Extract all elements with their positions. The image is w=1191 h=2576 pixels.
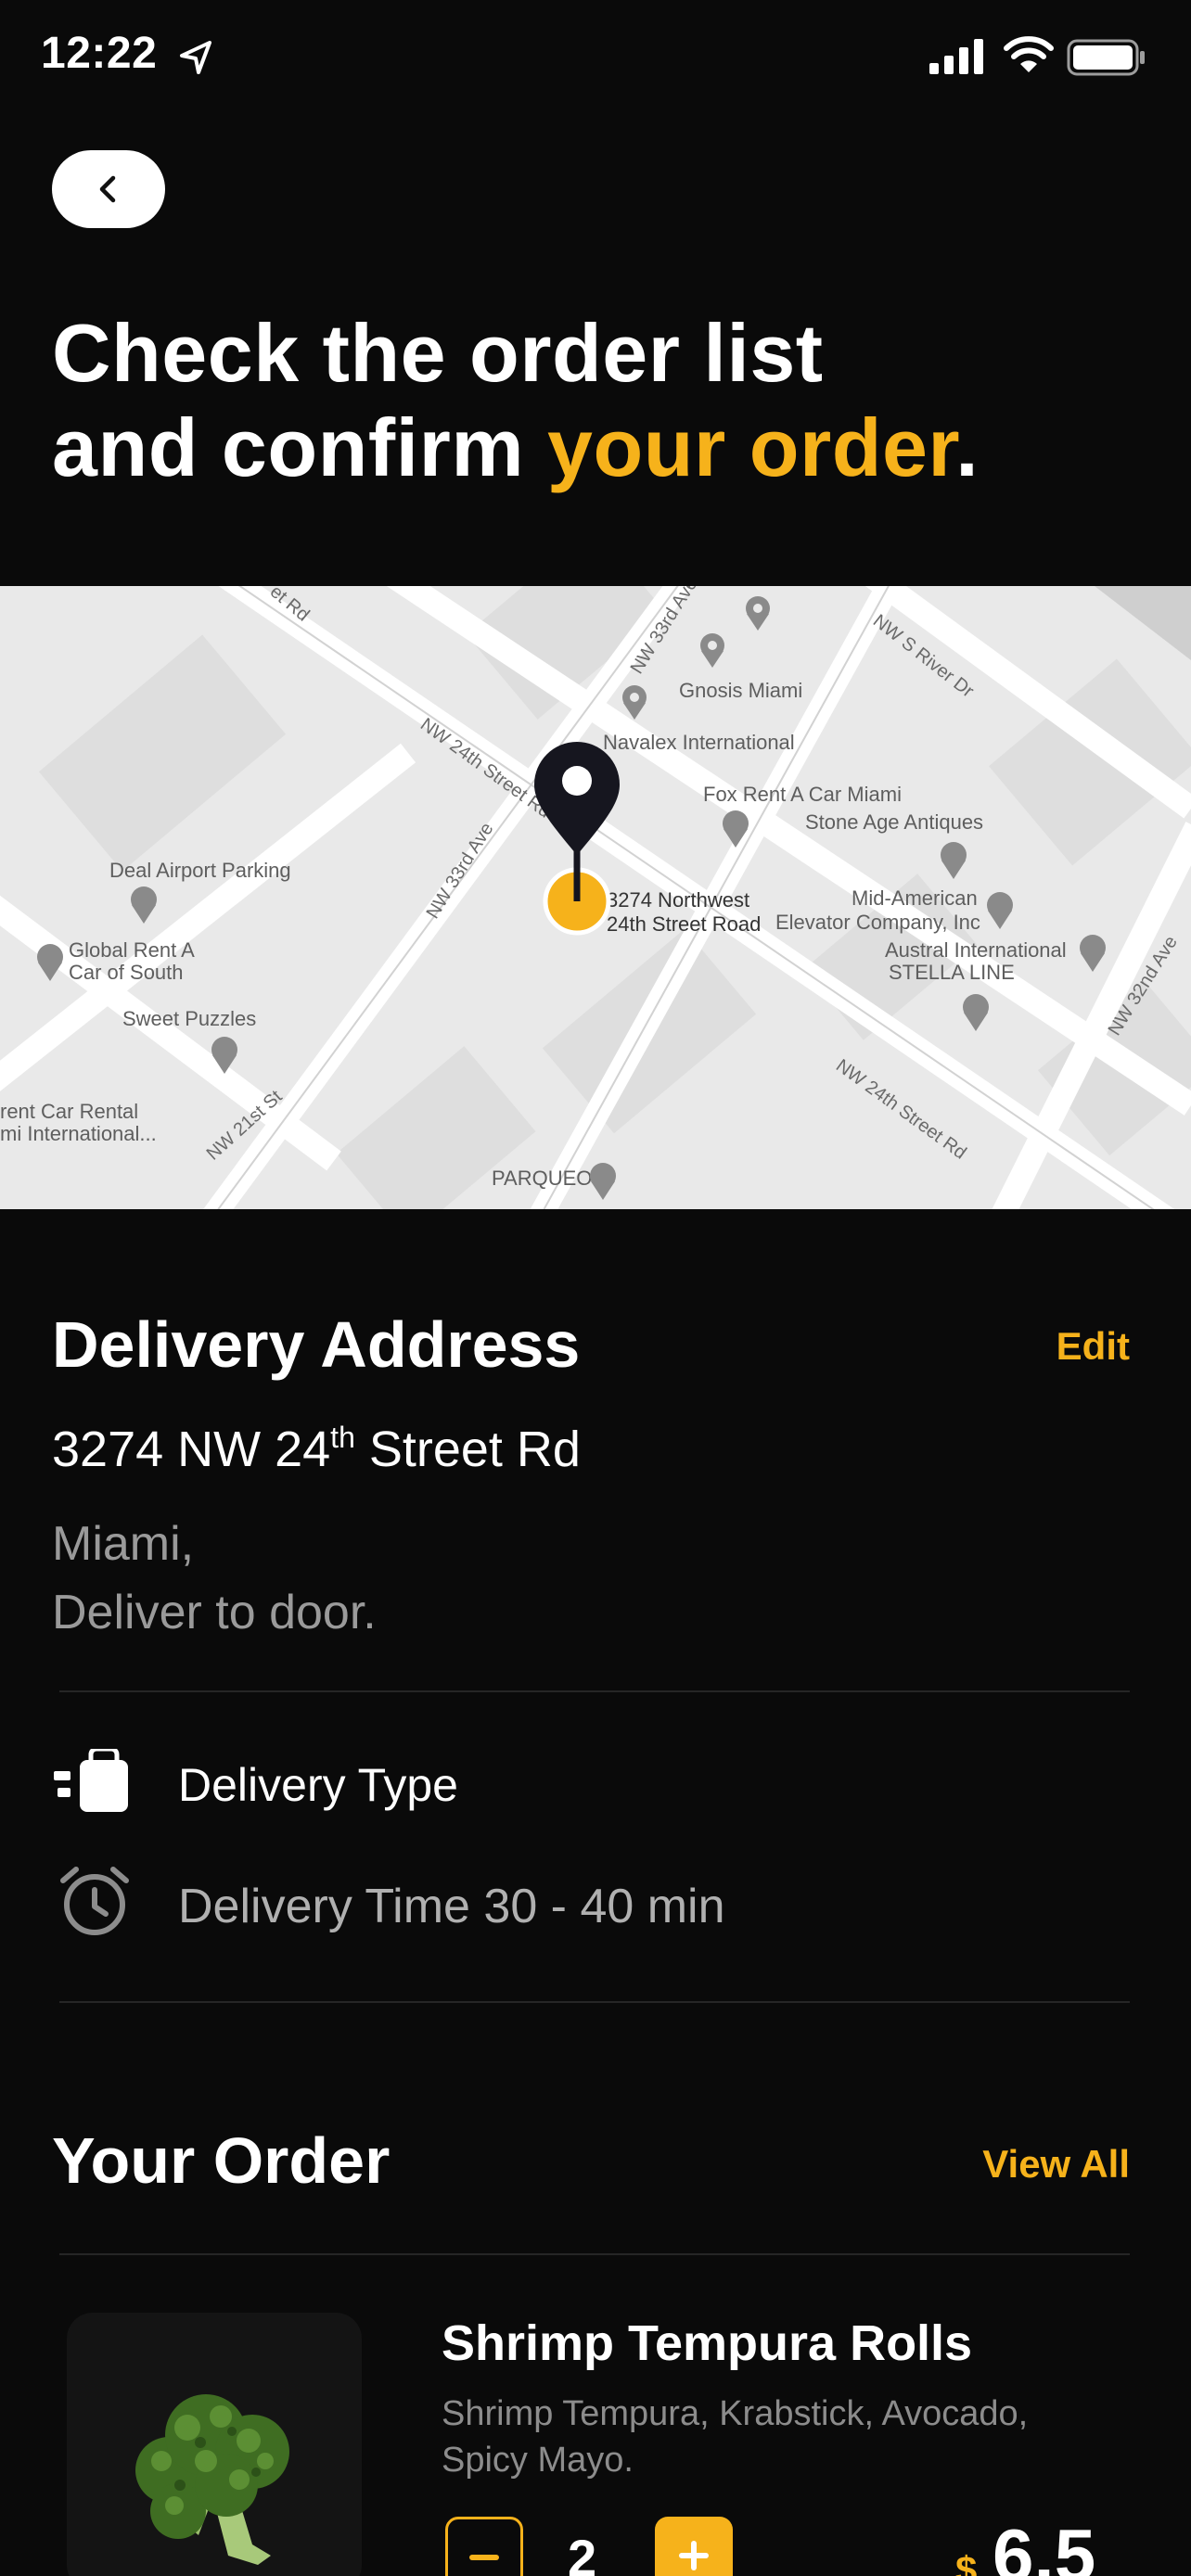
headline-prefix: and confirm	[52, 402, 548, 493]
broccoli-image	[135, 2394, 289, 2565]
edit-address-link[interactable]: Edit	[1057, 1324, 1130, 1369]
divider	[59, 1690, 1130, 1692]
decrease-quantity-button[interactable]	[445, 2517, 523, 2576]
delivery-time-label: Delivery Time 30 - 40 min	[178, 1880, 725, 1933]
map-place-label: Deal Airport Parking	[109, 859, 291, 882]
address-ordinal: th	[330, 1421, 355, 1454]
status-time: 12:22	[41, 29, 158, 78]
map-place-label: PARQUEO	[492, 1167, 592, 1190]
delivery-map[interactable]: NW 33rd Ave NW S River Dr NW 24th Street…	[0, 586, 1191, 1209]
map-place-label: Elevator Company, Inc	[775, 911, 980, 934]
address-city: Miami,	[52, 1517, 195, 1571]
headline-line1: Check the order list	[52, 307, 824, 399]
map-place-label: Austral International	[885, 938, 1067, 962]
map-place-label: Car of South	[69, 961, 184, 984]
headline-line2: and confirm your order.	[52, 401, 979, 495]
chevron-left-icon	[99, 175, 116, 203]
page-title: Check the order list and confirm your or…	[52, 306, 979, 495]
map-place-label: Mid-American	[852, 886, 978, 910]
map-place-label: Stone Age Antiques	[805, 810, 983, 834]
divider	[59, 2001, 1130, 2003]
map-place-label: mi International...	[0, 1122, 157, 1145]
increase-quantity-button[interactable]	[655, 2517, 733, 2576]
your-order-title: Your Order	[52, 2124, 391, 2197]
quantity-value: 2	[568, 2529, 597, 2576]
back-button[interactable]	[52, 150, 165, 228]
order-item-image[interactable]	[67, 2313, 362, 2576]
map-place-label: rent Car Rental	[0, 1100, 138, 1123]
address-street-name: Street Rd	[354, 1422, 581, 1477]
battery-icon	[1067, 39, 1145, 76]
cellular-signal-icon	[929, 39, 983, 74]
map-place-label: STELLA LINE	[889, 961, 1015, 984]
alarm-clock-icon	[60, 1867, 129, 1935]
map-place-label: 24th Street Road	[607, 912, 761, 936]
headline-accent: your order	[547, 402, 956, 493]
order-item-name: Shrimp Tempura Rolls	[442, 2315, 973, 2371]
address-street: 3274 NW 24th Street Rd	[52, 1421, 581, 1478]
address-note: Deliver to door.	[52, 1586, 377, 1639]
map-place-label: Gnosis Miami	[679, 679, 802, 702]
address-street-number: 3274 NW 24	[52, 1422, 331, 1477]
minus-icon	[469, 2555, 499, 2560]
price-value: 6.5	[992, 2514, 1096, 2576]
price-currency: $	[955, 2548, 978, 2576]
delivery-type-label: Delivery Type	[178, 1759, 458, 1811]
location-arrow-icon	[180, 41, 211, 74]
divider	[59, 2253, 1130, 2255]
order-item-description: Shrimp Tempura, Krabstick, Avocado, Spic…	[442, 2394, 1029, 2480]
headline-suffix: .	[955, 402, 980, 493]
wifi-icon	[1004, 36, 1054, 72]
view-all-link[interactable]: View All	[982, 2142, 1130, 2187]
delivery-bag-icon	[54, 1749, 128, 1812]
map-place-label: 3274 Northwest	[607, 888, 749, 912]
map-place-label: Sweet Puzzles	[122, 1007, 256, 1030]
delivery-address-title: Delivery Address	[52, 1308, 581, 1381]
map-place-label: Fox Rent A Car Miami	[703, 783, 902, 806]
address-details: Miami, Deliver to door.	[52, 1510, 377, 1647]
map-place-label: Navalex International	[603, 731, 795, 754]
map-place-label: Global Rent A	[69, 938, 195, 962]
status-bar: 12:22	[0, 0, 1191, 111]
